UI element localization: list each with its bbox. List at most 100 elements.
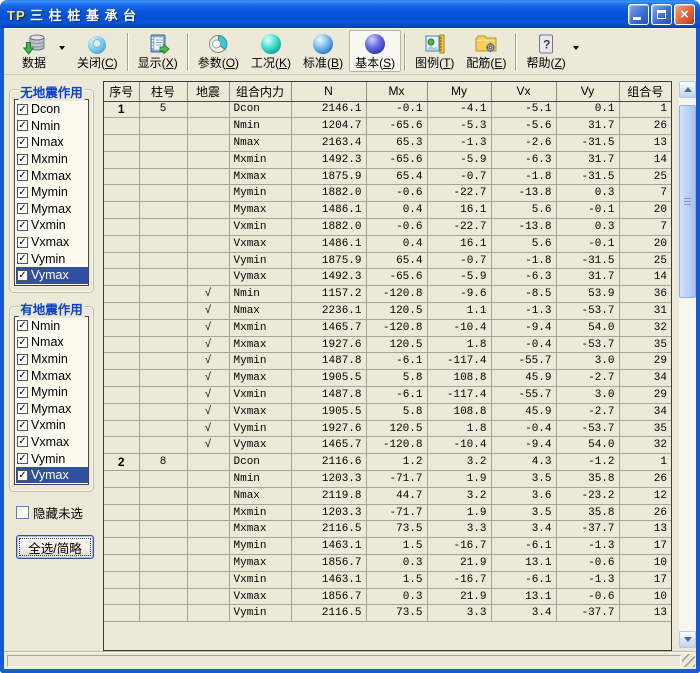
table-row[interactable]: √Vxmax1905.55.8108.845.9-2.734 xyxy=(104,403,671,420)
combo-item-vymin[interactable]: ✓Vymin xyxy=(16,450,88,467)
toolbar-button-basic[interactable]: 基本(S) xyxy=(349,30,401,72)
dropdown-arrow-icon[interactable] xyxy=(59,46,65,53)
combo-item-vxmin[interactable]: ✓Vxmin xyxy=(16,417,88,434)
checkbox-icon[interactable]: ✓ xyxy=(17,387,28,398)
table-row[interactable]: Vymin1875.965.4-0.7-1.8-31.525 xyxy=(104,252,671,269)
checkbox-icon[interactable]: ✓ xyxy=(17,187,28,198)
minimize-button[interactable] xyxy=(628,4,649,25)
checkbox-icon[interactable]: ✓ xyxy=(17,170,28,181)
maximize-button[interactable] xyxy=(651,4,672,25)
table-row[interactable]: Mxmin1203.3-71.71.93.535.826 xyxy=(104,504,671,521)
toolbar-button-workcase[interactable]: 工况(K) xyxy=(245,30,297,72)
checkbox-icon[interactable]: ✓ xyxy=(17,120,28,131)
table-row[interactable]: Nmax2119.844.73.23.6-23.212 xyxy=(104,487,671,504)
combo-item-vymin[interactable]: ✓Vymin xyxy=(16,250,88,267)
combo-item-mymax[interactable]: ✓Mymax xyxy=(16,201,88,218)
scroll-down-button[interactable] xyxy=(679,631,696,648)
combo-item-vxmax[interactable]: ✓Vxmax xyxy=(16,434,88,451)
table-row[interactable]: Vymax1492.3-65.6-5.9-6.331.714 xyxy=(104,269,671,286)
checkbox-icon[interactable]: ✓ xyxy=(17,470,28,481)
table-row[interactable]: Mymax1856.70.321.913.1-0.610 xyxy=(104,555,671,572)
combo-item-vxmin[interactable]: ✓Vxmin xyxy=(16,217,88,234)
table-row[interactable]: Nmax2163.465.3-1.3-2.6-31.513 xyxy=(104,135,671,152)
combo-item-mymin[interactable]: ✓Mymin xyxy=(16,184,88,201)
table-row[interactable]: Vxmin1463.11.5-16.7-6.1-1.317 xyxy=(104,571,671,588)
checkbox-icon[interactable]: ✓ xyxy=(17,370,28,381)
checkbox-icon[interactable]: ✓ xyxy=(17,320,28,331)
combo-item-vxmax[interactable]: ✓Vxmax xyxy=(16,234,88,251)
checkbox-icon[interactable]: ✓ xyxy=(17,354,28,365)
table-row[interactable]: Mxmax1875.965.4-0.7-1.8-31.525 xyxy=(104,168,671,185)
checkbox-icon[interactable]: ✓ xyxy=(17,220,28,231)
combo-item-nmin[interactable]: ✓Nmin xyxy=(16,118,88,135)
table-row[interactable]: √Mymax1905.55.8108.845.9-2.734 xyxy=(104,370,671,387)
combo-item-mymax[interactable]: ✓Mymax xyxy=(16,401,88,418)
table-row[interactable]: 15Dcon2146.1-0.1-4.1-5.10.11 xyxy=(104,101,671,118)
table-row[interactable]: Mymin1882.0-0.6-22.7-13.80.37 xyxy=(104,185,671,202)
table-row[interactable]: Vxmin1882.0-0.6-22.7-13.80.37 xyxy=(104,219,671,236)
checkbox-icon[interactable]: ✓ xyxy=(17,154,28,165)
table-row[interactable]: Nmin1204.7-65.6-5.3-5.631.726 xyxy=(104,118,671,135)
combo-item-vymax[interactable]: ✓Vymax xyxy=(16,267,88,284)
table-row[interactable]: √Vymin1927.6120.51.8-0.4-53.735 xyxy=(104,420,671,437)
checkbox-icon[interactable]: ✓ xyxy=(17,337,28,348)
scrollbar-thumb[interactable] xyxy=(679,105,696,298)
combo-item-nmax[interactable]: ✓Nmax xyxy=(16,334,88,351)
scroll-up-button[interactable] xyxy=(679,81,696,98)
combo-item-mxmax[interactable]: ✓Mxmax xyxy=(16,167,88,184)
checkbox-icon[interactable]: ✓ xyxy=(17,420,28,431)
combo-item-vymax[interactable]: ✓Vymax xyxy=(16,467,88,484)
checkbox-icon[interactable]: ✓ xyxy=(17,137,28,148)
checkbox-icon[interactable]: ✓ xyxy=(17,270,28,281)
toolbar-button-close-app[interactable]: 关闭(C) xyxy=(71,30,124,72)
resize-grip-icon[interactable] xyxy=(682,654,695,667)
checkbox-icon[interactable]: ✓ xyxy=(17,453,28,464)
combo-item-mxmin[interactable]: ✓Mxmin xyxy=(16,351,88,368)
titlebar[interactable]: TP 三 柱 桩 基 承 台 × xyxy=(0,0,700,28)
combo-item-dcon[interactable]: ✓Dcon xyxy=(16,101,88,118)
checkbox-icon[interactable]: ✓ xyxy=(17,253,28,264)
toolbar-button-parameters[interactable]: 参数(O) xyxy=(192,30,245,72)
table-row[interactable]: Mxmin1492.3-65.6-5.9-6.331.714 xyxy=(104,151,671,168)
table-row[interactable]: √Mxmin1465.7-120.8-10.4-9.454.032 xyxy=(104,319,671,336)
table-row[interactable]: Mxmax2116.573.53.33.4-37.713 xyxy=(104,521,671,538)
table-row[interactable]: Mymin1463.11.5-16.7-6.1-1.317 xyxy=(104,538,671,555)
checkbox-icon[interactable]: ✓ xyxy=(17,403,28,414)
table-row[interactable]: √Mymin1487.8-6.1-117.4-55.73.029 xyxy=(104,353,671,370)
combo-list-earthquake[interactable]: ✓Nmin✓Nmax✓Mxmin✓Mxmax✓Mymin✓Mymax✓Vxmin… xyxy=(14,316,89,486)
dropdown-arrow-icon[interactable] xyxy=(573,46,579,53)
toolbar-button-standard[interactable]: 标准(B) xyxy=(297,30,349,72)
combo-item-mxmax[interactable]: ✓Mxmax xyxy=(16,367,88,384)
hide-unselected-checkbox[interactable] xyxy=(16,506,29,519)
vertical-scrollbar[interactable] xyxy=(679,81,696,648)
select-all-button[interactable]: 全选/简略 xyxy=(16,535,94,559)
toolbar-button-rebar[interactable]: 配筋(E) xyxy=(460,30,512,72)
table-row[interactable]: √Mxmax1927.6120.51.8-0.4-53.735 xyxy=(104,336,671,353)
table-row[interactable]: 28Dcon2116.61.23.24.3-1.21 xyxy=(104,454,671,471)
table-row[interactable]: √Vxmin1487.8-6.1-117.4-55.73.029 xyxy=(104,387,671,404)
checkbox-icon[interactable]: ✓ xyxy=(17,237,28,248)
table-row[interactable]: Vymin2116.573.53.33.4-37.713 xyxy=(104,605,671,622)
toolbar-button-database[interactable]: 数据 xyxy=(10,30,58,72)
toolbar-button-display[interactable]: 显示(X) xyxy=(132,30,184,72)
table-row[interactable]: √Nmin1157.2-120.8-9.6-8.553.936 xyxy=(104,286,671,303)
checkbox-icon[interactable]: ✓ xyxy=(17,104,28,115)
table-row[interactable]: √Nmax2236.1120.51.1-1.3-53.731 xyxy=(104,303,671,320)
checkbox-icon[interactable]: ✓ xyxy=(17,436,28,447)
hide-unselected-row[interactable]: 隐藏未选 xyxy=(16,503,99,522)
table-row[interactable]: Vxmax1856.70.321.913.1-0.610 xyxy=(104,588,671,605)
scrollbar-track[interactable] xyxy=(679,98,696,631)
table-row[interactable]: Vxmax1486.10.416.15.6-0.120 xyxy=(104,235,671,252)
checkbox-icon[interactable]: ✓ xyxy=(17,203,28,214)
combo-item-mxmin[interactable]: ✓Mxmin xyxy=(16,151,88,168)
combo-item-nmax[interactable]: ✓Nmax xyxy=(16,134,88,151)
toolbar-button-help[interactable]: ?帮助(Z) xyxy=(520,30,571,72)
combo-list-no-earthquake[interactable]: ✓Dcon✓Nmin✓Nmax✓Mxmin✓Mxmax✓Mymin✓Mymax✓… xyxy=(14,99,89,286)
combo-item-mymin[interactable]: ✓Mymin xyxy=(16,384,88,401)
toolbar-button-legend[interactable]: 图例(T) xyxy=(409,30,460,72)
table-row[interactable]: √Vymax1465.7-120.8-10.4-9.454.032 xyxy=(104,437,671,454)
close-window-button[interactable]: × xyxy=(674,4,695,25)
table-row[interactable]: Mymax1486.10.416.15.6-0.120 xyxy=(104,202,671,219)
combo-item-nmin[interactable]: ✓Nmin xyxy=(16,318,88,335)
table-row[interactable]: Nmin1203.3-71.71.93.535.826 xyxy=(104,471,671,488)
